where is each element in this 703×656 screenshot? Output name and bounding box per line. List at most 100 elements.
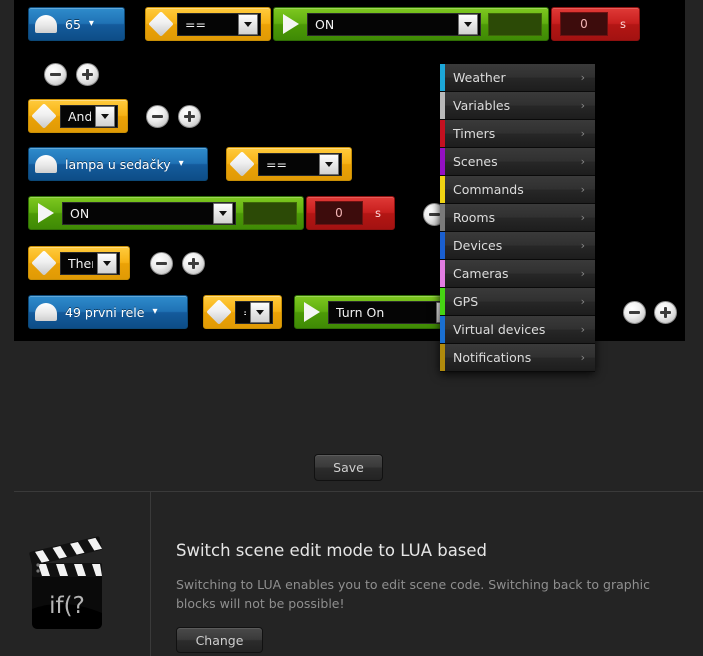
device-block-action[interactable]: 49 prvni rele ▾ [28, 295, 188, 329]
accent-bar [440, 64, 445, 91]
action-block-condition[interactable]: ON [28, 196, 304, 230]
menu-item-label: Commands [453, 182, 524, 197]
menu-item-label: Scenes [453, 154, 498, 169]
chevron-right-icon: › [580, 351, 585, 364]
clapperboard-text: if(? [49, 593, 85, 619]
operator-block-trigger[interactable]: == [145, 7, 271, 41]
menu-item-weather[interactable]: Weather › [440, 64, 595, 92]
menu-item-label: Weather [453, 70, 506, 85]
chevron-down-icon[interactable] [97, 252, 117, 274]
device-label: 49 prvni rele [65, 304, 145, 320]
lua-panel-divider [150, 492, 151, 656]
menu-item-label: Rooms [453, 210, 496, 225]
action-block-trigger[interactable]: ON [273, 7, 549, 41]
add-block-button-5[interactable] [654, 301, 677, 324]
action-value-pad[interactable] [487, 12, 542, 36]
chevron-down-icon[interactable]: ▾ [152, 307, 157, 317]
accent-bar [440, 176, 445, 203]
play-icon [38, 203, 54, 223]
change-button[interactable]: Change [176, 627, 263, 653]
section-divider [14, 491, 703, 492]
chevron-right-icon: › [580, 211, 585, 224]
chevron-right-icon: › [580, 239, 585, 252]
chevron-down-icon[interactable] [238, 13, 258, 35]
diamond-icon [148, 11, 174, 37]
action-select-condition[interactable]: ON [62, 201, 236, 225]
chevron-right-icon: › [580, 295, 585, 308]
clapperboard-icon: if(? [28, 535, 120, 635]
operator-select-action[interactable]: = [235, 300, 273, 324]
connector-block-then[interactable]: Then [28, 246, 130, 280]
add-block-button-2[interactable] [178, 105, 201, 128]
menu-item-gps[interactable]: GPS › [440, 288, 595, 316]
menu-item-virtual-devices[interactable]: Virtual devices › [440, 316, 595, 344]
device-label: lampa u sedačky [65, 156, 171, 172]
accent-bar [440, 120, 445, 147]
device-block-condition[interactable]: lampa u sedačky ▾ [28, 147, 208, 181]
connector-select-then[interactable]: Then [60, 251, 120, 275]
timer-block-trigger[interactable]: 0 s [551, 7, 640, 41]
chevron-right-icon: › [580, 99, 585, 112]
menu-item-devices[interactable]: Devices › [440, 232, 595, 260]
connector-select-and[interactable]: And [60, 104, 118, 128]
lamp-dome-icon [35, 303, 57, 321]
timer-value[interactable]: 0 [560, 12, 608, 36]
timer-block-condition[interactable]: 0 s [306, 196, 395, 230]
chevron-down-icon[interactable] [457, 13, 478, 35]
operator-select-condition[interactable]: == [258, 152, 342, 176]
accent-bar [440, 344, 445, 371]
action-value: Turn On [336, 304, 385, 320]
timer-value[interactable]: 0 [315, 201, 363, 225]
menu-item-rooms[interactable]: Rooms › [440, 204, 595, 232]
lua-panel-title: Switch scene edit mode to LUA based [176, 541, 488, 560]
chevron-down-icon[interactable] [319, 153, 339, 175]
add-block-button-1[interactable] [76, 63, 99, 86]
remove-block-button-5[interactable] [623, 301, 646, 324]
menu-item-variables[interactable]: Variables › [440, 92, 595, 120]
chevron-right-icon: › [580, 267, 585, 280]
menu-item-notifications[interactable]: Notifications › [440, 344, 595, 372]
timer-unit: s [375, 206, 381, 220]
menu-item-label: Virtual devices [453, 322, 546, 337]
chevron-down-icon[interactable] [250, 301, 270, 323]
menu-item-timers[interactable]: Timers › [440, 120, 595, 148]
operator-select-trigger[interactable]: == [177, 12, 261, 36]
remove-block-button-2[interactable] [146, 105, 169, 128]
play-icon [283, 14, 299, 34]
menu-item-cameras[interactable]: Cameras › [440, 260, 595, 288]
remove-block-button-4[interactable] [150, 252, 173, 275]
remove-block-button-1[interactable] [44, 63, 67, 86]
chevron-right-icon: › [580, 155, 585, 168]
connector-block-and[interactable]: And [28, 99, 128, 133]
accent-bar [440, 148, 445, 175]
connector-value: Then [68, 255, 93, 271]
chevron-right-icon: › [580, 127, 585, 140]
operator-value: = [243, 305, 246, 320]
action-value-pad[interactable] [242, 201, 297, 225]
chevron-down-icon[interactable]: ▾ [179, 159, 184, 169]
menu-item-scenes[interactable]: Scenes › [440, 148, 595, 176]
accent-bar [440, 232, 445, 259]
accent-bar [440, 260, 445, 287]
timer-unit: s [620, 17, 626, 31]
operator-value: == [185, 16, 206, 32]
operator-block-condition[interactable]: == [226, 147, 352, 181]
diamond-icon [229, 151, 255, 177]
device-block-trigger[interactable]: 65 ▾ [28, 7, 125, 41]
chevron-down-icon[interactable]: ▾ [89, 19, 94, 29]
diamond-icon [31, 250, 57, 276]
palette-flyout-menu: Weather › Variables › Timers › Scenes › … [440, 64, 595, 372]
menu-item-label: Cameras [453, 266, 509, 281]
operator-block-action[interactable]: = [203, 295, 282, 329]
action-select-trigger[interactable]: ON [307, 12, 481, 36]
chevron-down-icon[interactable] [212, 202, 233, 224]
action-value: ON [70, 205, 90, 221]
chevron-right-icon: › [580, 183, 585, 196]
accent-bar [440, 204, 445, 231]
accent-bar [440, 288, 445, 315]
chevron-down-icon[interactable] [95, 105, 115, 127]
menu-item-label: GPS [453, 294, 479, 309]
menu-item-commands[interactable]: Commands › [440, 176, 595, 204]
add-block-button-4[interactable] [182, 252, 205, 275]
save-button[interactable]: Save [314, 454, 383, 481]
